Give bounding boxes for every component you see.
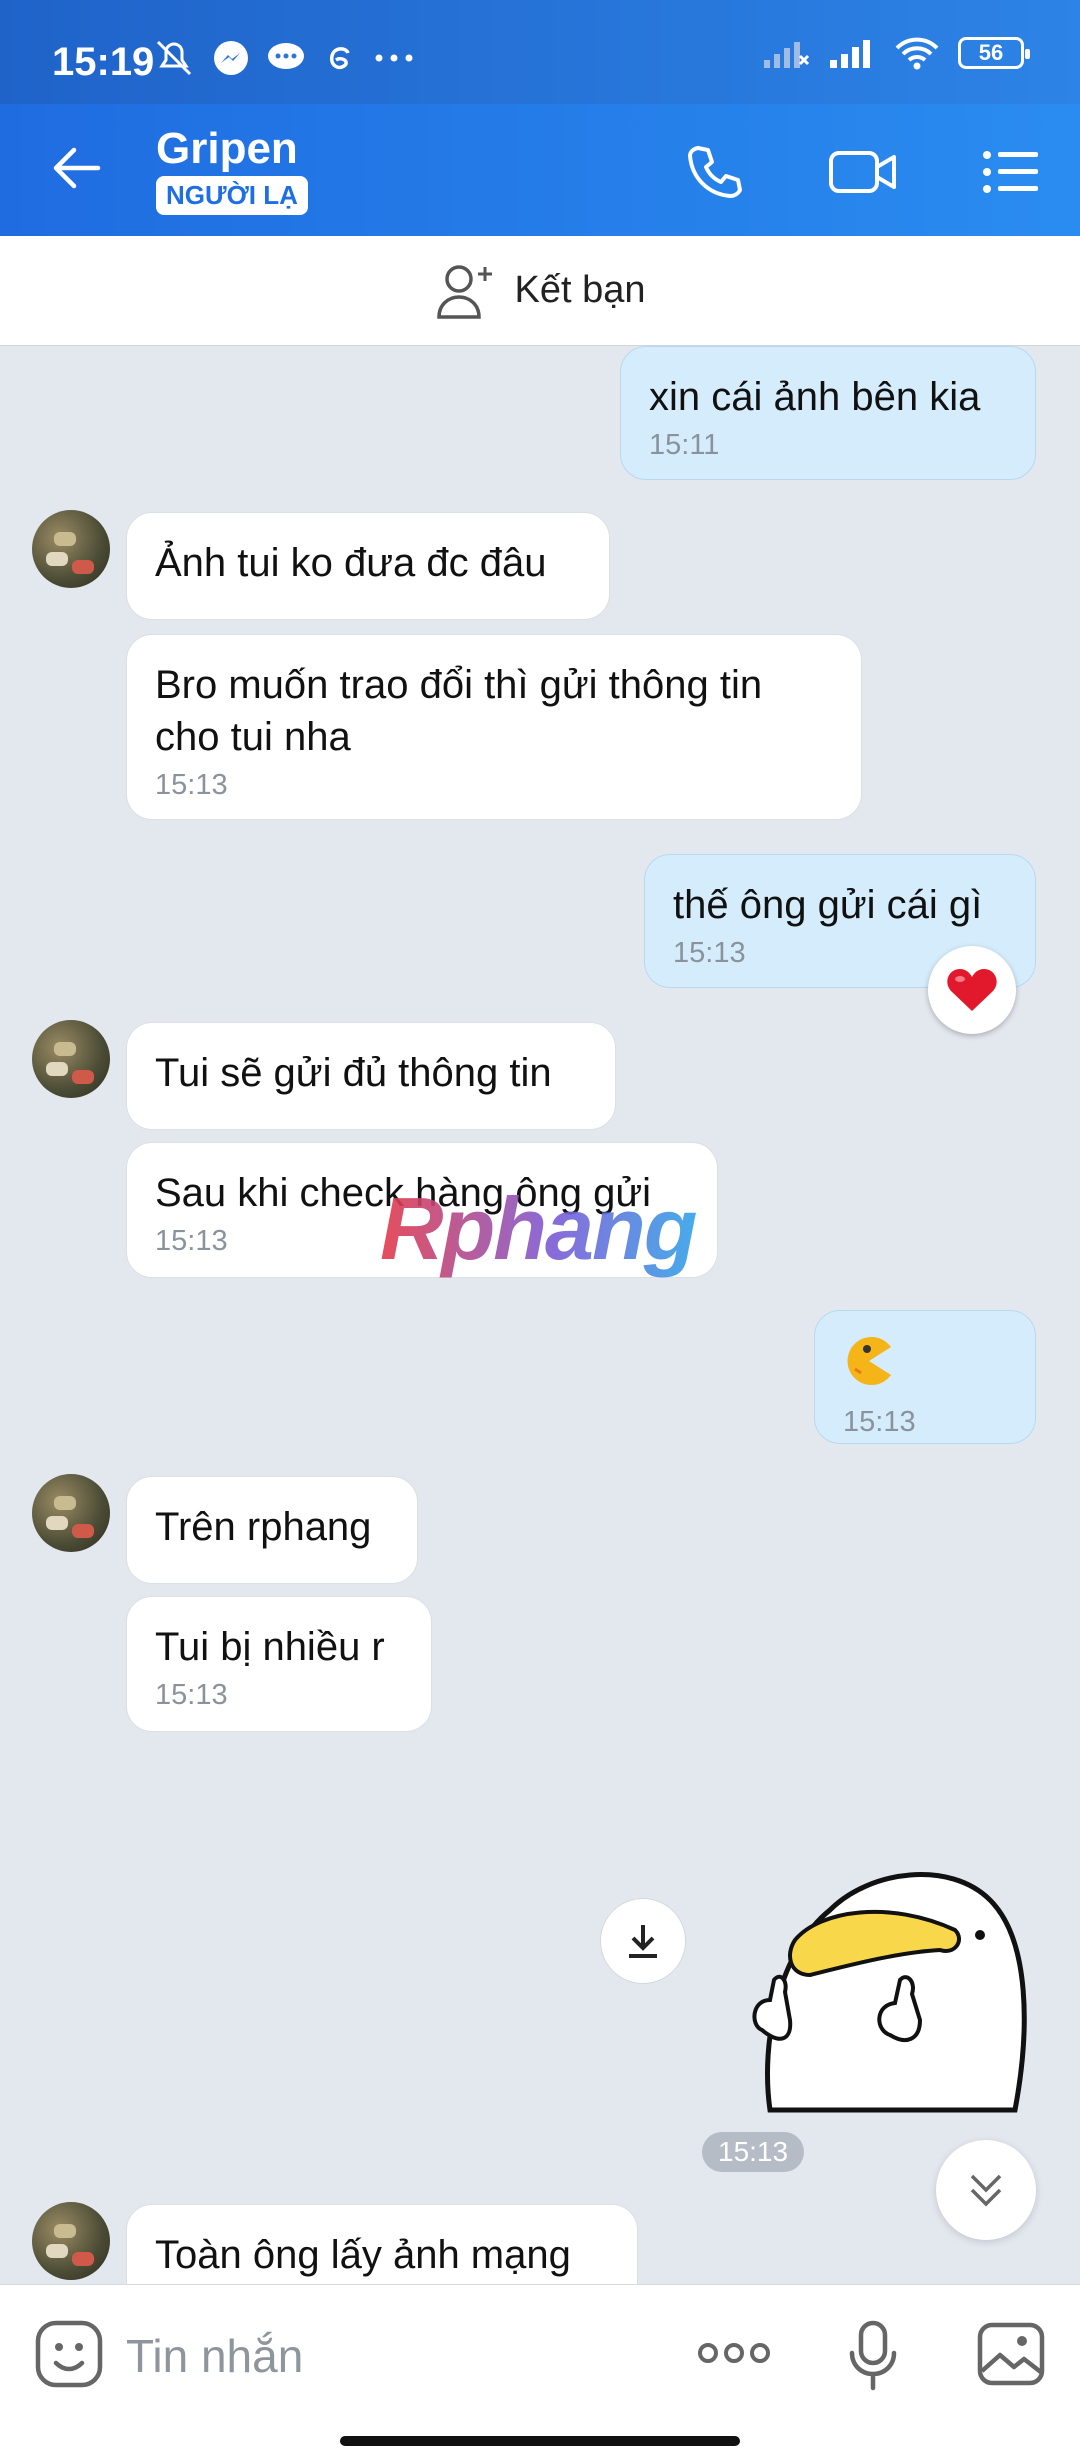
message-bubble-outgoing[interactable]: xin cái ảnh bên kia 15:11 <box>620 346 1036 480</box>
message-text: Toàn ông lấy ảnh mạng <box>155 2233 571 2277</box>
header-actions <box>684 142 1040 202</box>
wifi-icon <box>895 37 939 70</box>
battery-icon: 56 <box>958 37 1030 69</box>
system-icons: 56 <box>762 36 1030 70</box>
chat-header: Gripen NGƯỜI LẠ <box>0 104 1080 236</box>
watermark: Rphang <box>380 1179 698 1278</box>
pacman-emoji-icon <box>847 1337 891 1385</box>
message-input[interactable]: Tin nhắn <box>126 2329 303 2383</box>
sticker-emoji-icon[interactable] <box>34 2319 104 2389</box>
message-text: thế ông gửi cái gì <box>673 883 983 927</box>
more-dots-icon <box>375 54 413 62</box>
status-time: 15:19 <box>52 40 155 84</box>
status-bar: 15:19 56 <box>0 0 1080 104</box>
message-time: 15:11 <box>649 429 720 461</box>
message-text: xin cái ảnh bên kia <box>649 375 981 419</box>
notification-icons <box>152 38 414 78</box>
chat-icon <box>268 43 304 69</box>
messenger-icon <box>214 41 248 75</box>
double-chevron-down-icon <box>970 2174 1002 2207</box>
image-gallery-icon[interactable] <box>976 2321 1046 2387</box>
message-text: Ảnh tui ko đưa đc đâu <box>155 541 547 585</box>
stranger-badge: NGƯỜI LẠ <box>156 176 308 215</box>
message-bubble-outgoing[interactable]: 15:13 <box>814 1310 1036 1444</box>
message-time: 15:13 <box>155 1679 228 1711</box>
mute-icon <box>156 40 192 76</box>
add-friend-button[interactable]: Kết bạn <box>0 236 1080 346</box>
message-bubble-incoming[interactable]: Tui sẽ gửi đủ thông tin <box>126 1022 616 1130</box>
contact-avatar[interactable] <box>32 1020 110 1098</box>
microphone-icon[interactable] <box>848 2319 898 2391</box>
scroll-to-bottom-button[interactable] <box>936 2140 1036 2240</box>
message-input-bar: Tin nhắn <box>0 2284 1080 2460</box>
contact-name[interactable]: Gripen <box>156 124 298 174</box>
contact-avatar[interactable] <box>32 510 110 588</box>
download-icon <box>629 1925 657 1958</box>
phone-call-icon[interactable] <box>684 142 744 202</box>
message-bubble-incoming[interactable]: Bro muốn trao đổi thì gửi thông tin cho … <box>126 634 862 820</box>
add-friend-label: Kết bạn <box>514 269 646 311</box>
message-time: 15:13 <box>155 769 228 801</box>
message-text: Tui sẽ gửi đủ thông tin <box>155 1051 552 1095</box>
home-indicator[interactable] <box>340 2436 740 2446</box>
message-text: Tui bị nhiều r <box>155 1625 385 1669</box>
message-time: 15:13 <box>843 1406 916 1438</box>
contact-avatar[interactable] <box>32 1474 110 1552</box>
video-call-icon[interactable] <box>828 147 898 197</box>
menu-list-icon[interactable] <box>982 150 1040 194</box>
heart-icon <box>947 969 997 1011</box>
download-sticker-button[interactable] <box>600 1898 686 1984</box>
add-friend-icon <box>436 264 492 319</box>
signal-weak-icon <box>764 42 810 68</box>
heart-reaction[interactable] <box>928 946 1016 1034</box>
back-arrow-icon[interactable] <box>48 144 104 192</box>
sticker-time: 15:13 <box>702 2132 805 2172</box>
message-text: Bro muốn trao đổi thì gửi thông tin cho … <box>155 663 763 759</box>
message-bubble-incoming[interactable]: Ảnh tui ko đưa đc đâu <box>126 512 610 620</box>
message-bubble-incoming[interactable]: Tui bị nhiều r 15:13 <box>126 1596 432 1732</box>
message-text: Trên rphang <box>155 1505 372 1549</box>
signal-icon <box>830 40 870 68</box>
contact-avatar[interactable] <box>32 2202 110 2280</box>
message-bubble-incoming[interactable]: Trên rphang <box>126 1476 418 1584</box>
more-options-icon[interactable] <box>696 2341 772 2365</box>
duck-sticker[interactable] <box>750 1860 1030 2120</box>
threads-icon <box>329 47 350 70</box>
